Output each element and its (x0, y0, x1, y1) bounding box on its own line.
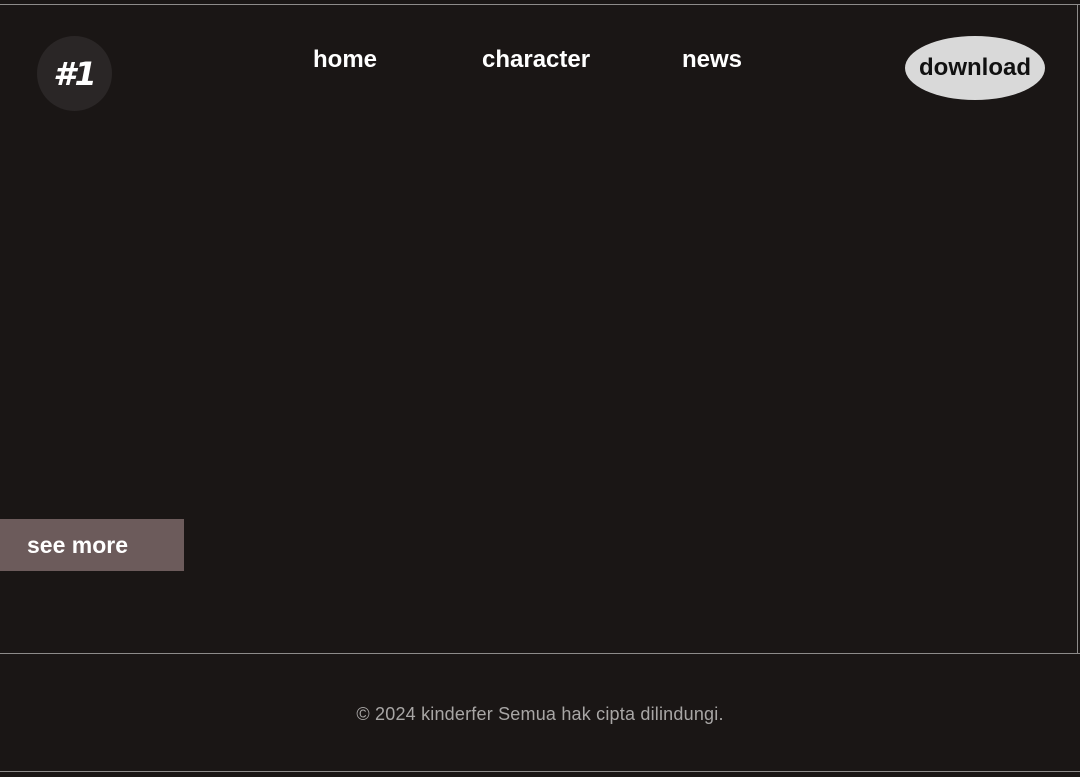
site-footer: © 2024 kinderfer Semua hak cipta dilindu… (0, 654, 1080, 772)
top-divider (0, 4, 1080, 5)
page: #1 home character news download see more… (0, 0, 1080, 777)
nav-character-link[interactable]: character (482, 44, 590, 76)
logo-badge[interactable]: #1 (37, 36, 112, 111)
download-button[interactable]: download (905, 36, 1045, 100)
copyright-text: © 2024 kinderfer Semua hak cipta dilindu… (356, 704, 724, 724)
nav-news-link[interactable]: news (682, 44, 742, 76)
bottom-divider (0, 771, 1080, 772)
right-divider (1077, 4, 1078, 654)
nav-home-link[interactable]: home (313, 44, 377, 76)
see-more-button[interactable]: see more (0, 519, 184, 571)
